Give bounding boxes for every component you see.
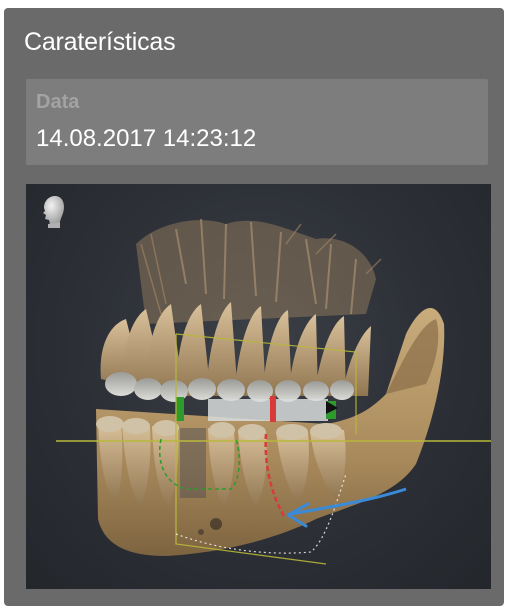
date-value: 14.08.2017 14:23:12 (36, 125, 257, 152)
properties-panel: Caraterísticas Data 14.08.2017 14:23:12 (4, 8, 504, 606)
panel-title: Caraterísticas (24, 28, 176, 56)
date-label: Data (36, 91, 80, 113)
3d-view[interactable] (26, 184, 491, 589)
3d-volume-rendering[interactable] (26, 184, 491, 589)
head-orientation-icon[interactable] (38, 194, 66, 230)
date-property: Data 14.08.2017 14:23:12 (26, 79, 488, 165)
